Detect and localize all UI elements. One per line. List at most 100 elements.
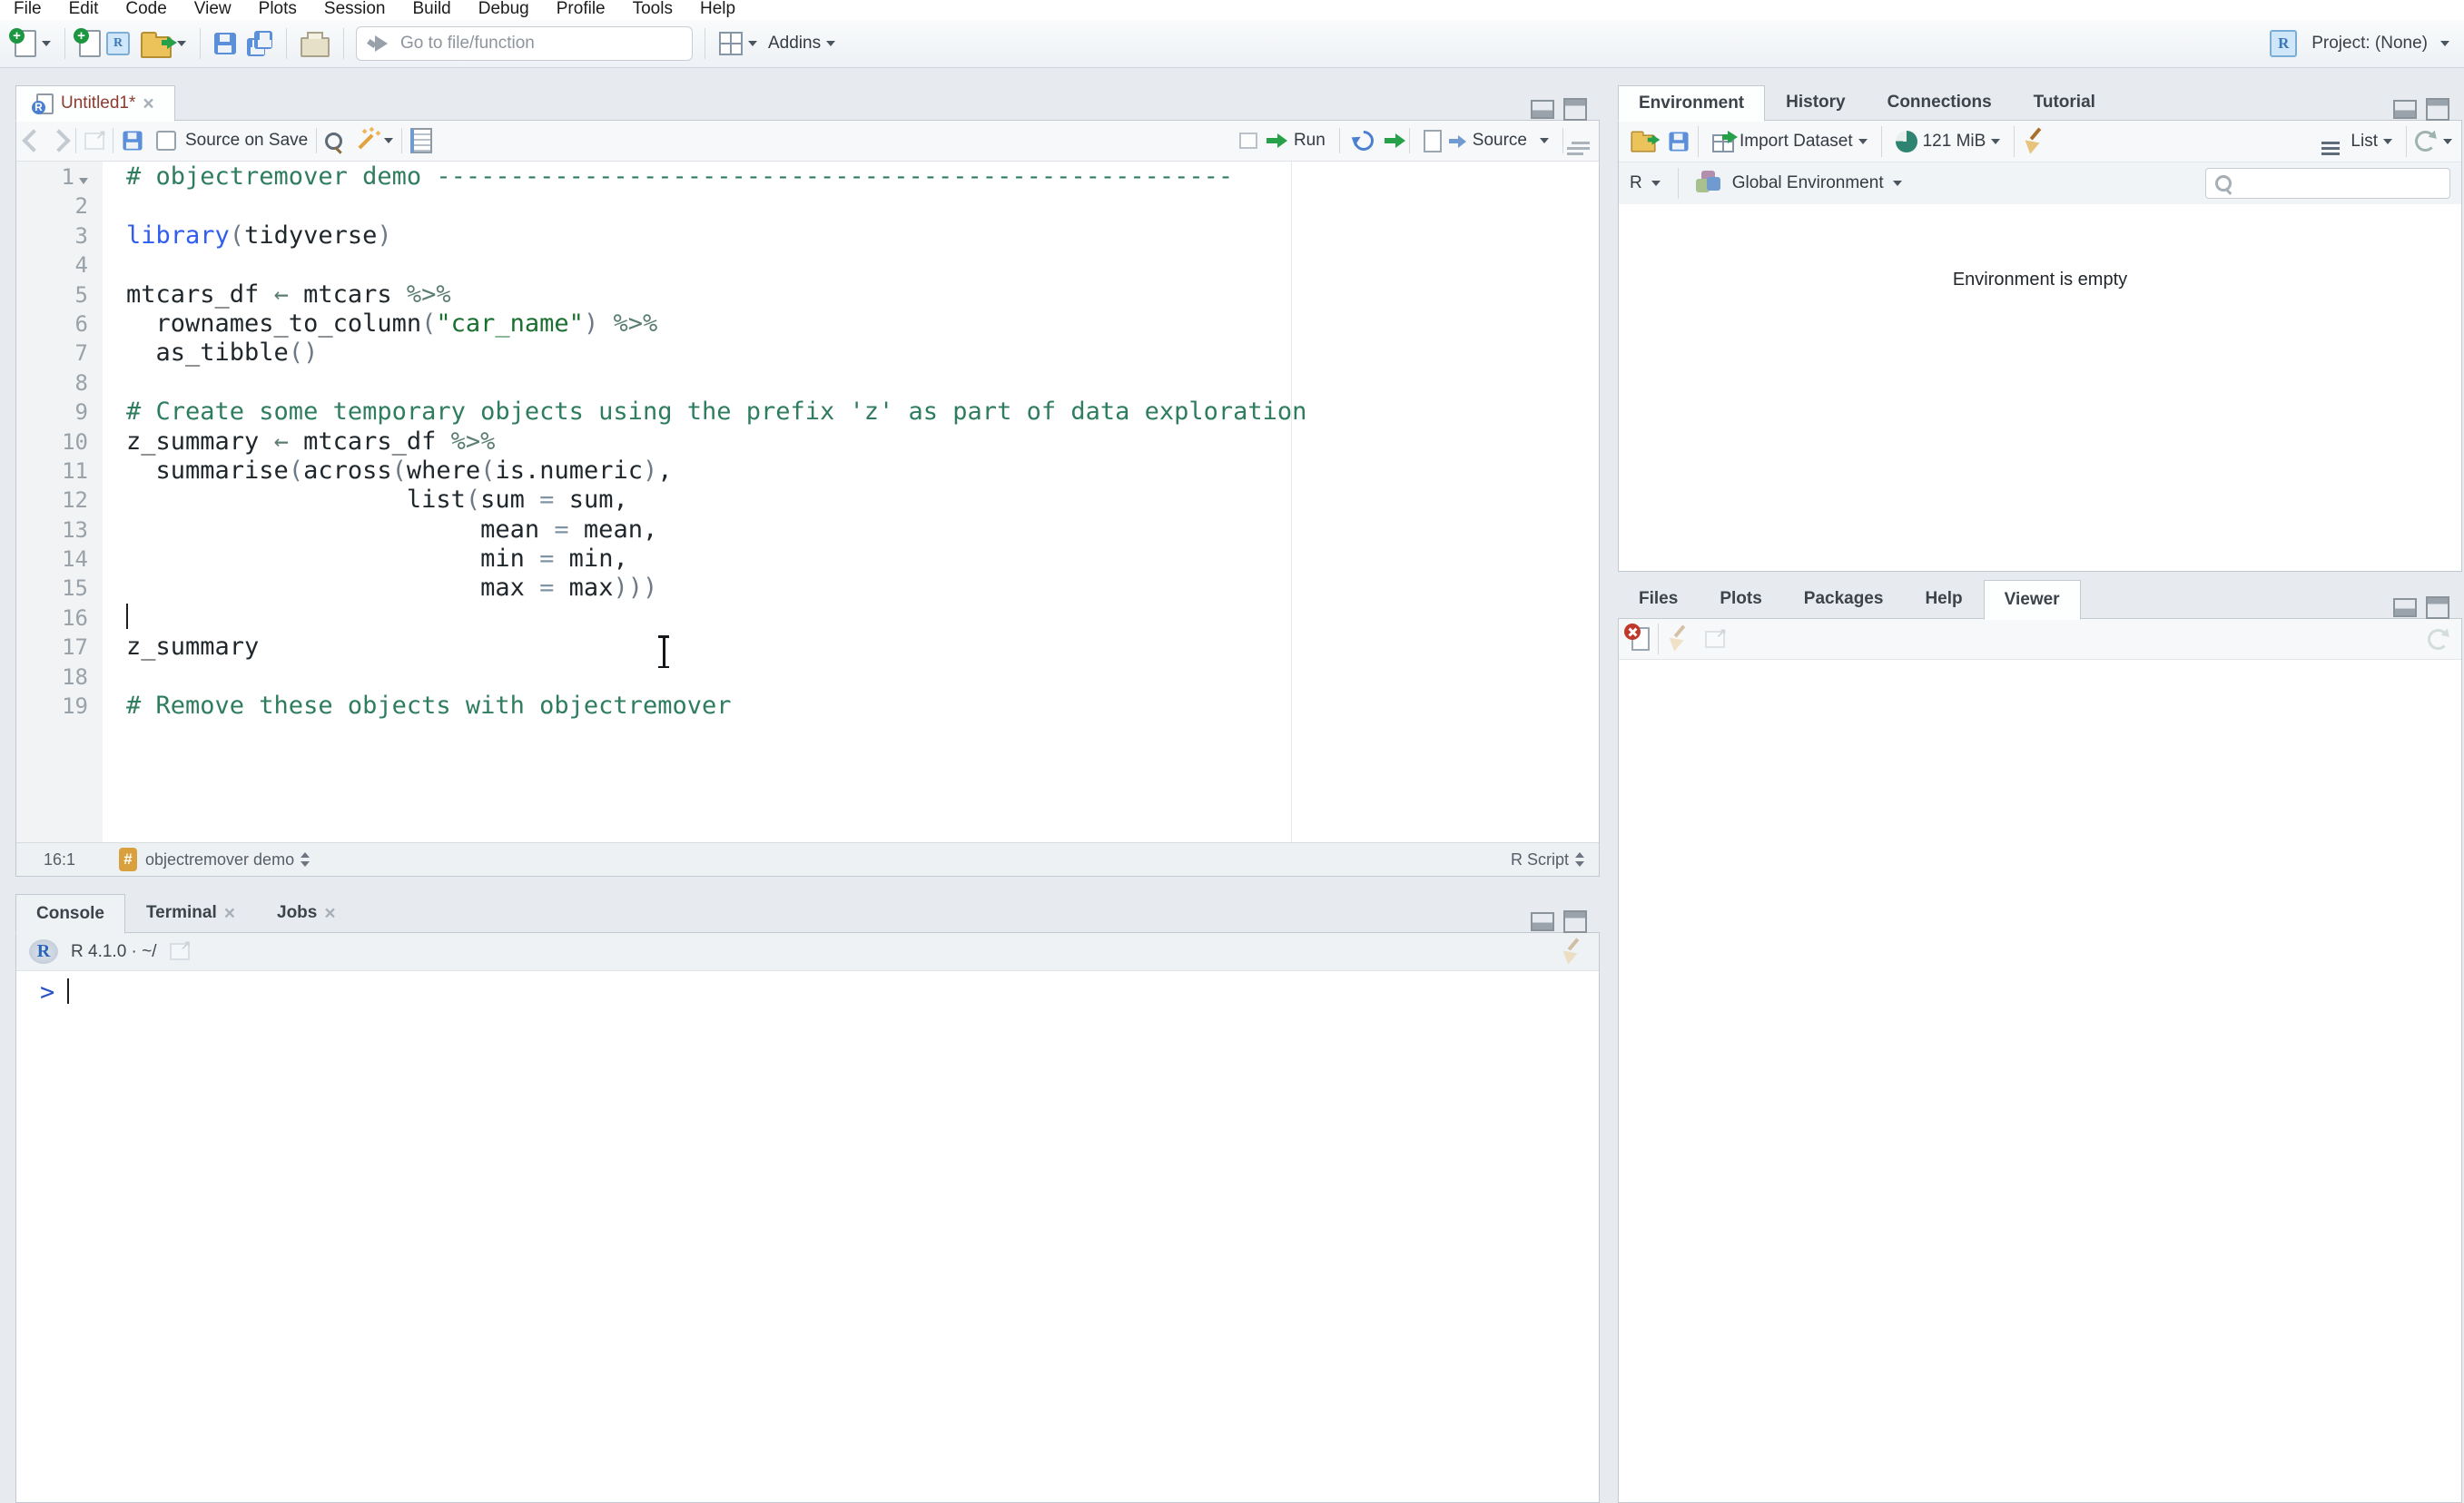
tab-files[interactable]: Files	[1618, 579, 1699, 619]
maximize-pane-icon[interactable]	[2426, 596, 2449, 619]
close-icon[interactable]: ×	[224, 904, 235, 923]
chevron-down-icon[interactable]	[1540, 138, 1549, 143]
save-button[interactable]	[209, 29, 241, 58]
project-selector[interactable]: R Project: (None)	[2264, 26, 2455, 61]
menu-session[interactable]: Session	[310, 0, 399, 20]
menu-code[interactable]: Code	[112, 0, 180, 20]
tab-console[interactable]: Console	[15, 894, 125, 934]
clear-all-broom-icon[interactable]	[1664, 624, 1692, 652]
minimize-pane-icon[interactable]	[2393, 100, 2417, 119]
clear-viewer-icon[interactable]	[1624, 624, 1650, 651]
refresh-icon[interactable]	[2428, 628, 2449, 650]
tab-viewer[interactable]: Viewer	[1983, 580, 2081, 620]
tab-label: Viewer	[2004, 590, 2060, 609]
tab-plots[interactable]: Plots	[1699, 579, 1782, 619]
save-all-button[interactable]	[241, 27, 278, 60]
console-input-area[interactable]: >	[16, 971, 1599, 1502]
minimize-pane-icon[interactable]	[2393, 598, 2417, 617]
environment-search-input[interactable]	[2239, 172, 2440, 194]
new-file-button[interactable]: +	[9, 26, 56, 61]
find-replace-icon[interactable]	[325, 132, 343, 150]
compile-report-icon[interactable]	[410, 128, 433, 153]
separator	[1677, 168, 1679, 199]
line-number: 15	[62, 575, 88, 602]
minimize-pane-icon[interactable]	[1531, 100, 1554, 119]
close-icon[interactable]: ×	[143, 94, 153, 113]
editor-tab-title: Untitled1*	[61, 93, 136, 113]
maximize-pane-icon[interactable]	[2426, 98, 2449, 121]
goto-file-search[interactable]	[356, 26, 693, 61]
minimize-pane-icon[interactable]	[1531, 912, 1554, 931]
goto-file-input[interactable]	[399, 33, 681, 54]
menu-file[interactable]: File	[0, 0, 55, 20]
code-editor-surface[interactable]: 1 # objectremover demo ------------------…	[16, 162, 1599, 843]
code-line-8: 8	[16, 368, 1599, 398]
new-project-button[interactable]: + R	[74, 26, 135, 61]
refresh-icon[interactable]	[2415, 131, 2436, 152]
addins-button[interactable]: Addins	[763, 30, 841, 57]
menu-debug[interactable]: Debug	[465, 0, 543, 20]
menu-view[interactable]: View	[181, 0, 245, 20]
rerun-button[interactable]	[1348, 126, 1405, 155]
chevron-down-icon[interactable]	[2443, 138, 2452, 144]
menu-help[interactable]: Help	[686, 0, 749, 20]
memory-usage-button[interactable]: 121 MiB	[1890, 127, 2006, 156]
menu-edit[interactable]: Edit	[55, 0, 113, 20]
tab-history[interactable]: History	[1765, 84, 1866, 121]
source-on-save-checkbox[interactable]	[156, 131, 176, 151]
save-icon[interactable]	[123, 131, 143, 151]
source-button[interactable]: Source	[1418, 126, 1554, 156]
fold-chevron-icon[interactable]	[79, 178, 88, 184]
forward-icon[interactable]	[47, 129, 71, 152]
save-workspace-icon[interactable]	[1669, 131, 1689, 152]
menu-plots[interactable]: Plots	[245, 0, 310, 20]
menu-profile[interactable]: Profile	[543, 0, 619, 20]
run-button[interactable]: Run	[1234, 127, 1331, 154]
list-view-button[interactable]: List	[2316, 128, 2398, 155]
environment-search[interactable]	[2205, 168, 2450, 199]
file-type-label[interactable]: R Script	[1511, 850, 1569, 869]
section-label[interactable]: objectremover demo	[145, 850, 294, 869]
tab-label: Console	[36, 904, 104, 923]
console-pane: Console Terminal × Jobs × R R 4.1.0 · ~/ ↗ >	[15, 892, 1600, 1503]
menu-tools[interactable]: Tools	[619, 0, 686, 20]
import-dataset-button[interactable]: Import Dataset	[1707, 127, 1873, 156]
load-workspace-icon[interactable]	[1631, 130, 1661, 152]
popout-icon[interactable]: ↗	[84, 127, 106, 150]
workspace-panes-button[interactable]	[714, 28, 763, 59]
tab-packages[interactable]: Packages	[1783, 579, 1905, 619]
tab-label: Jobs	[277, 903, 318, 922]
menu-build[interactable]: Build	[399, 0, 465, 20]
chevron-down-icon[interactable]	[1651, 181, 1661, 186]
tab-jobs[interactable]: Jobs ×	[256, 893, 357, 933]
language-selector-label[interactable]: R	[1630, 173, 1642, 193]
tab-tutorial[interactable]: Tutorial	[2013, 84, 2116, 121]
viewer-body-wrap: ↗	[1618, 618, 2462, 1503]
chevron-down-icon[interactable]	[384, 138, 394, 143]
maximize-pane-icon[interactable]	[1563, 910, 1587, 933]
tab-connections[interactable]: Connections	[1867, 84, 2013, 121]
clear-objects-broom-icon[interactable]	[2020, 126, 2048, 154]
popout-icon[interactable]: ↗	[169, 938, 192, 960]
tab-help[interactable]: Help	[1904, 579, 1983, 619]
separator	[1408, 128, 1410, 153]
code-text: as_tibble()	[126, 339, 319, 368]
print-button[interactable]	[295, 26, 335, 61]
clear-console-broom-icon[interactable]	[1558, 937, 1586, 965]
chevron-down-icon[interactable]	[1892, 181, 1902, 186]
popout-icon[interactable]: ↗	[1705, 625, 1727, 648]
code-tools-wand-icon[interactable]	[358, 133, 374, 150]
code-line-18: 18	[16, 663, 1599, 692]
close-icon[interactable]: ×	[324, 904, 335, 923]
tab-terminal[interactable]: Terminal ×	[125, 893, 256, 933]
environment-toolbar: Import Dataset 121 MiB List	[1619, 121, 2461, 162]
maximize-pane-icon[interactable]	[1563, 98, 1587, 121]
tab-environment[interactable]: Environment	[1618, 85, 1766, 122]
section-jump-icon[interactable]	[301, 851, 310, 868]
file-type-switch-icon[interactable]	[1575, 851, 1584, 868]
open-file-button[interactable]	[135, 25, 192, 62]
environment-selector-label[interactable]: Global Environment	[1732, 173, 1884, 193]
document-outline-icon[interactable]	[1567, 141, 1590, 155]
tab-untitled1[interactable]: R Untitled1* ×	[15, 85, 175, 122]
back-icon[interactable]	[22, 129, 45, 152]
